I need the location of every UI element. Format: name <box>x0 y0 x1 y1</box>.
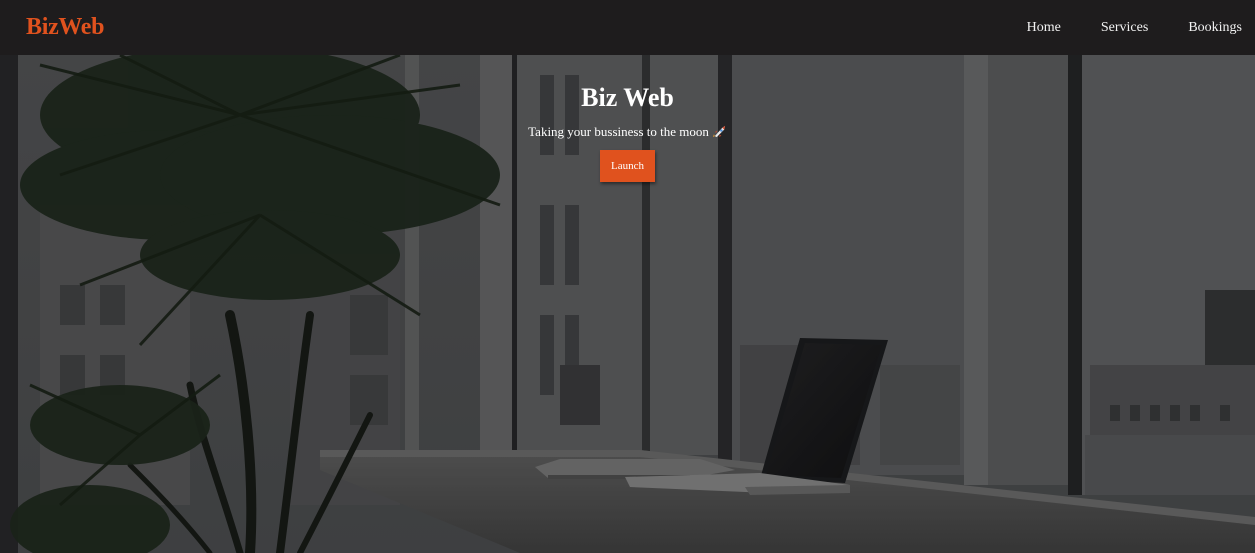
nav-link-services[interactable]: Services <box>1101 20 1148 36</box>
launch-button[interactable]: Launch <box>600 150 655 182</box>
navbar: BizWeb Home Services Bookings <box>0 0 1255 55</box>
hero-subtitle-text: Taking your bussiness to the moon <box>528 124 709 139</box>
brand-logo[interactable]: BizWeb <box>26 14 105 41</box>
nav-links: Home Services Bookings <box>987 20 1242 36</box>
rocket-icon <box>712 125 725 138</box>
hero-content: Biz Web Taking your bussiness to the moo… <box>0 55 1255 182</box>
nav-link-home[interactable]: Home <box>1027 20 1061 36</box>
hero-subtitle: Taking your bussiness to the moon <box>0 124 1255 140</box>
hero-title: Biz Web <box>581 83 674 112</box>
nav-link-bookings[interactable]: Bookings <box>1188 20 1242 36</box>
hero-section: Biz Web Taking your bussiness to the moo… <box>0 55 1255 553</box>
